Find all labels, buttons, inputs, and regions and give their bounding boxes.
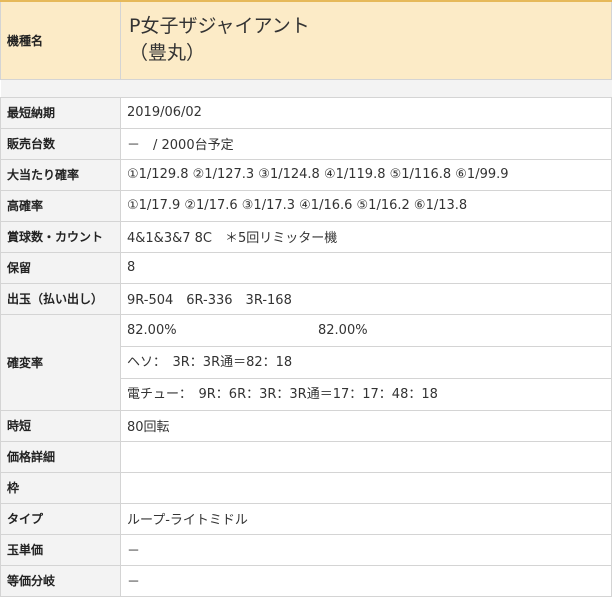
- spec-label: 確変率: [0, 313, 121, 411]
- spec-value: 80回転: [120, 409, 612, 442]
- spec-value: 9R-504 6R-336 3R-168: [120, 282, 612, 315]
- spec-value: [120, 471, 612, 504]
- maker-name: （豊丸）: [129, 42, 206, 65]
- kakuhen-cell: 82.00% 82.00% ヘソ： 3R：3R通＝82：18 電チュー： 9R：6…: [120, 313, 612, 411]
- spec-label: 最短納期: [0, 96, 121, 129]
- spec-value: －: [120, 533, 612, 566]
- spec-label: 出玉（払い出し）: [0, 282, 121, 315]
- spec-label: 高確率: [0, 189, 121, 222]
- spec-value: － / 2000台予定: [120, 127, 612, 160]
- machine-name-row: 機種名 P女子ザジャイアント （豊丸）: [0, 0, 612, 80]
- kakuhen-rates: 82.00% 82.00%: [121, 315, 611, 347]
- spec-label: 価格詳細: [0, 440, 121, 473]
- spec-row-hold: 保留 8: [0, 251, 612, 284]
- spec-value: ループ-ライトミドル: [120, 502, 612, 535]
- spec-row-kakuhen: 確変率 82.00% 82.00% ヘソ： 3R：3R通＝82：18 電チュー： …: [0, 313, 612, 411]
- machine-name-label: 機種名: [0, 0, 121, 80]
- kakuhen-heso: ヘソ： 3R：3R通＝82：18: [121, 347, 611, 379]
- spec-label: 時短: [0, 409, 121, 442]
- spec-label: 玉単価: [0, 533, 121, 566]
- spec-row-prize-balls: 賞球数・カウント 4&1&3&7 8C ＊5回リミッター機: [0, 220, 612, 253]
- spec-label: 賞球数・カウント: [0, 220, 121, 253]
- spec-label: 大当たり確率: [0, 158, 121, 191]
- spec-row-price-detail: 価格詳細: [0, 440, 612, 473]
- spec-value: 4&1&3&7 8C ＊5回リミッター機: [120, 220, 612, 253]
- spec-label: 保留: [0, 251, 121, 284]
- spec-row-frame: 枠: [0, 471, 612, 504]
- spec-row-breakeven: 等価分岐 －: [0, 564, 612, 597]
- spec-table: 機種名 P女子ザジャイアント （豊丸） 最短納期 2019/06/02 販売台数…: [0, 0, 612, 597]
- spec-label: 枠: [0, 471, 121, 504]
- spec-value: 2019/06/02: [120, 96, 612, 129]
- spec-value: [120, 440, 612, 473]
- spec-value: －: [120, 564, 612, 597]
- machine-name: P女子ザジャイアント: [129, 15, 310, 38]
- spec-row-ball-price: 玉単価 －: [0, 533, 612, 566]
- kakuhen-rate-b: 82.00%: [318, 322, 368, 338]
- spec-label: 等価分岐: [0, 564, 121, 597]
- spec-row-payout: 出玉（払い出し） 9R-504 6R-336 3R-168: [0, 282, 612, 315]
- kakuhen-denchu-text: 電チュー： 9R：6R：3R：3R通＝17：17：48：18: [127, 386, 438, 402]
- spec-row-jitan: 時短 80回転: [0, 409, 612, 442]
- spec-value: ①1/129.8 ②1/127.3 ③1/124.8 ④1/119.8 ⑤1/1…: [120, 158, 612, 191]
- kakuhen-denchu: 電チュー： 9R：6R：3R：3R通＝17：17：48：18: [121, 379, 611, 410]
- kakuhen-rate-a: 82.00%: [127, 322, 177, 338]
- spec-label: 販売台数: [0, 127, 121, 160]
- machine-name-cell: P女子ザジャイアント （豊丸）: [120, 0, 612, 80]
- spec-value: ①1/17.9 ②1/17.6 ③1/17.3 ④1/16.6 ⑤1/16.2 …: [120, 189, 612, 222]
- spec-row-type: タイプ ループ-ライトミドル: [0, 502, 612, 535]
- separator: [0, 78, 612, 98]
- spec-row-sales: 販売台数 － / 2000台予定: [0, 127, 612, 160]
- spec-row-jackpot-prob: 大当たり確率 ①1/129.8 ②1/127.3 ③1/124.8 ④1/119…: [0, 158, 612, 191]
- spec-value: 8: [120, 251, 612, 284]
- kakuhen-heso-text: ヘソ： 3R：3R通＝82：18: [127, 354, 293, 370]
- separator-row: [0, 78, 612, 98]
- spec-label: タイプ: [0, 502, 121, 535]
- spec-row-delivery: 最短納期 2019/06/02: [0, 96, 612, 129]
- spec-row-high-prob: 高確率 ①1/17.9 ②1/17.6 ③1/17.3 ④1/16.6 ⑤1/1…: [0, 189, 612, 222]
